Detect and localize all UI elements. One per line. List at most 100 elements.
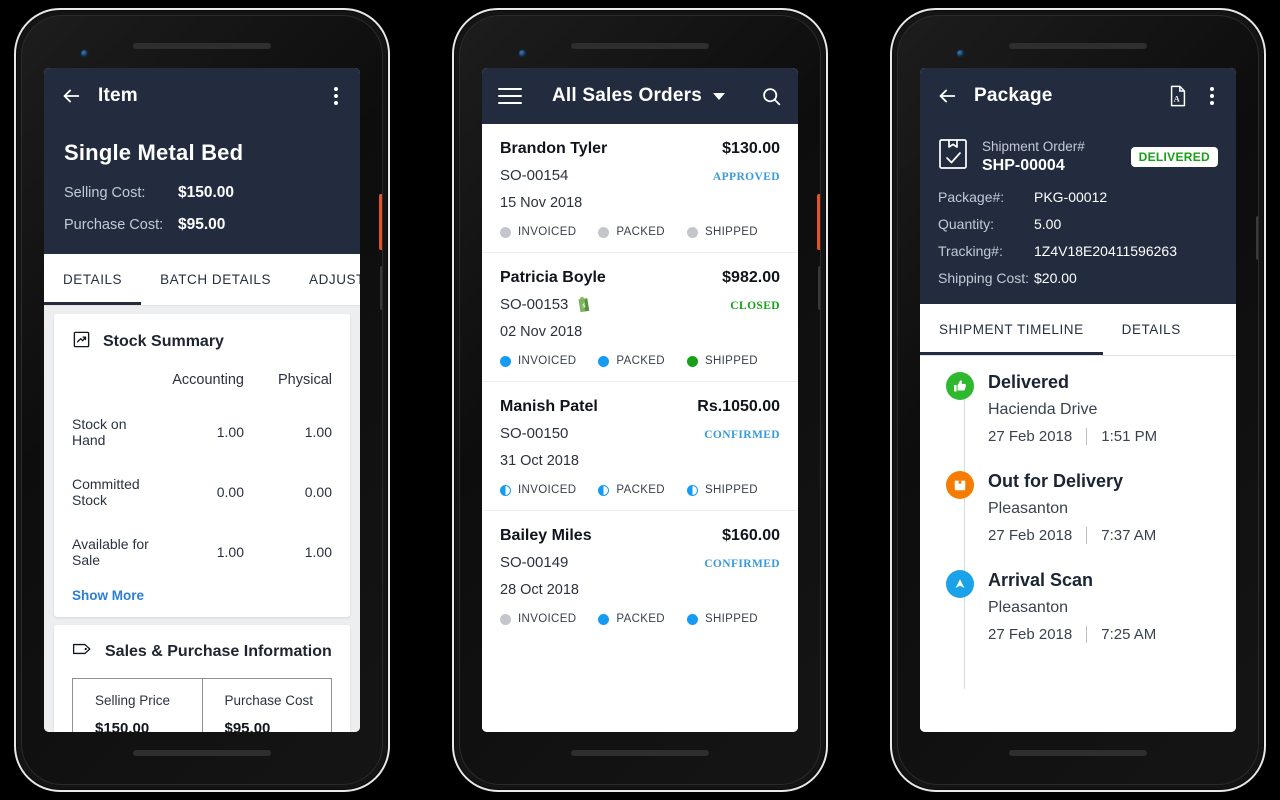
bottom-speaker-icon <box>571 750 709 756</box>
svg-text:s: s <box>583 301 586 310</box>
appbar-item: Item <box>44 68 360 124</box>
order-amount: Rs.1050.00 <box>697 398 780 415</box>
timeline-place: Pleasanton <box>988 500 1069 517</box>
flag-label: PACKED <box>616 613 665 625</box>
order-row-primary: Brandon Tyler $130.00 <box>500 140 780 158</box>
order-number: SO-00153 <box>500 296 569 313</box>
order-row-primary: Patricia Boyle $982.00 <box>500 269 780 287</box>
package-number-label: Package#: <box>938 189 1005 205</box>
appbar-package: Package A <box>920 68 1236 124</box>
tab-shipment-timeline[interactable]: SHIPMENT TIMELINE <box>920 304 1103 355</box>
purchase-cost-label: Purchase Cost <box>224 693 314 708</box>
tab-details[interactable]: DETAILS <box>44 254 142 305</box>
package-tabs: SHIPMENT TIMELINE DETAILS <box>920 304 1236 356</box>
col-accounting: Accounting <box>172 372 244 388</box>
timeline-item-out-for-delivery: Out for Delivery Pleasanton 27 Feb 2018 … <box>920 471 1236 570</box>
item-summary-header: Single Metal Bed Selling Cost: $150.00 P… <box>44 124 360 254</box>
power-button[interactable] <box>379 194 382 250</box>
tab-adjustment[interactable]: ADJUSTMENT <box>290 254 360 305</box>
price-tag-icon <box>72 641 93 662</box>
phone-device-sales-orders: All Sales Orders Brandon Tyler $130.00 S… <box>452 8 828 792</box>
page-title: Package <box>974 85 1053 106</box>
separator <box>1086 626 1088 643</box>
tab-details[interactable]: DETAILS <box>1103 304 1200 355</box>
flag-shipped: SHIPPED <box>686 226 758 238</box>
screen-package: Package A Shipment Order# SHP-00004 DELI… <box>920 68 1236 732</box>
pdf-file-icon[interactable]: A <box>1168 85 1188 107</box>
order-amount: $130.00 <box>722 140 780 157</box>
order-row-primary: Bailey Miles $160.00 <box>500 527 780 545</box>
shipment-order-text: Shipment Order# SHP-00004 <box>982 139 1085 175</box>
stock-summary-title: Stock Summary <box>103 333 224 350</box>
chevron-down-icon[interactable] <box>712 92 726 101</box>
volume-button[interactable] <box>818 266 820 310</box>
power-button[interactable] <box>817 194 820 250</box>
flag-label: SHIPPED <box>704 613 758 625</box>
status-badge: CONFIRMED <box>704 429 780 441</box>
shipping-cost-value: $20.00 <box>1034 270 1077 286</box>
status-dot-icon <box>598 613 610 625</box>
shopify-icon: s <box>576 296 591 313</box>
timeline-text: Arrival Scan Pleasanton 27 Feb 2018 7:25… <box>988 570 1156 643</box>
flag-packed: PACKED <box>598 226 665 238</box>
flag-label: PACKED <box>616 355 665 367</box>
flag-label: PACKED <box>616 226 665 238</box>
arrow-left-icon[interactable] <box>936 85 958 107</box>
kebab-menu-icon[interactable] <box>328 83 344 109</box>
hamburger-icon[interactable] <box>498 87 522 105</box>
order-date: 02 Nov 2018 <box>500 324 583 340</box>
row-label: Stock on Hand <box>72 416 127 448</box>
customer-name: Patricia Boyle <box>500 269 606 286</box>
volume-button[interactable] <box>1256 216 1258 260</box>
volume-button[interactable] <box>380 266 382 310</box>
sales-purchase-title-row: Sales & Purchase Information <box>72 641 332 662</box>
list-item[interactable]: Bailey Miles $160.00 SO-00149 CONFIRMED … <box>482 511 798 639</box>
list-item[interactable]: Brandon Tyler $130.00 SO-00154 APPROVED … <box>482 124 798 253</box>
row-label: Available for Sale <box>72 536 149 568</box>
screenshot-stage: Item Single Metal Bed Selling Cost: $150… <box>0 0 1280 800</box>
item-tabs: DETAILS BATCH DETAILS ADJUSTMENT <box>44 254 360 306</box>
status-dot-icon <box>500 484 511 496</box>
earpiece-speaker-icon <box>1009 43 1147 49</box>
order-number: SO-00154 <box>500 167 569 184</box>
arrow-left-icon[interactable] <box>60 85 82 107</box>
flag-label: INVOICED <box>518 613 577 625</box>
sales-purchase-title: Sales & Purchase Information <box>105 642 332 660</box>
screen-sales-orders: All Sales Orders Brandon Tyler $130.00 S… <box>482 68 798 732</box>
bottom-speaker-icon <box>133 750 271 756</box>
row-physical: 0.00 <box>304 484 332 500</box>
status-dot-icon <box>686 613 698 625</box>
page-title: Item <box>98 85 138 106</box>
box-icon <box>946 471 974 499</box>
price-comparison-box: Selling Price $150.00 Purchase Cost $95.… <box>72 678 332 732</box>
list-item[interactable]: Patricia Boyle $982.00 SO-00153 s CLOSED <box>482 253 798 382</box>
timeline-time: 1:51 PM <box>1101 428 1158 445</box>
flag-invoiced: INVOICED <box>500 226 576 238</box>
status-badge: DELIVERED <box>1130 146 1218 167</box>
timeline-place: Hacienda Drive <box>988 401 1098 418</box>
flag-label: PACKED <box>616 484 665 496</box>
order-row-primary: Manish Patel Rs.1050.00 <box>500 398 780 416</box>
selling-cost-row: Selling Cost: $150.00 <box>64 184 340 202</box>
status-dot-icon <box>500 355 511 367</box>
timeline-date: 27 Feb 2018 <box>988 428 1073 445</box>
col-blank <box>72 362 156 402</box>
quantity-value: 5.00 <box>1034 216 1062 232</box>
flag-packed: PACKED <box>598 355 665 367</box>
kebab-menu-icon[interactable] <box>1204 83 1220 109</box>
phone-body: All Sales Orders Brandon Tyler $130.00 S… <box>459 15 821 785</box>
row-physical: 1.00 <box>304 424 332 440</box>
row-label: Committed Stock <box>72 476 140 508</box>
tab-batch-details[interactable]: BATCH DETAILS <box>141 254 290 305</box>
sales-orders-list[interactable]: Brandon Tyler $130.00 SO-00154 APPROVED … <box>482 124 798 732</box>
list-item[interactable]: Manish Patel Rs.1050.00 SO-00150 CONFIRM… <box>482 382 798 511</box>
col-physical: Physical <box>278 372 332 388</box>
timeline-item-arrival-scan: Arrival Scan Pleasanton 27 Feb 2018 7:25… <box>920 570 1236 669</box>
search-icon[interactable] <box>761 86 782 107</box>
timeline-time: 7:25 AM <box>1101 626 1157 643</box>
phone-body: Item Single Metal Bed Selling Cost: $150… <box>21 15 383 785</box>
selling-price-value: $150.00 <box>95 720 150 732</box>
timeline-when: 27 Feb 2018 1:51 PM <box>988 428 1157 445</box>
thumbs-up-icon <box>946 372 974 400</box>
show-more-link[interactable]: Show More <box>72 588 332 603</box>
